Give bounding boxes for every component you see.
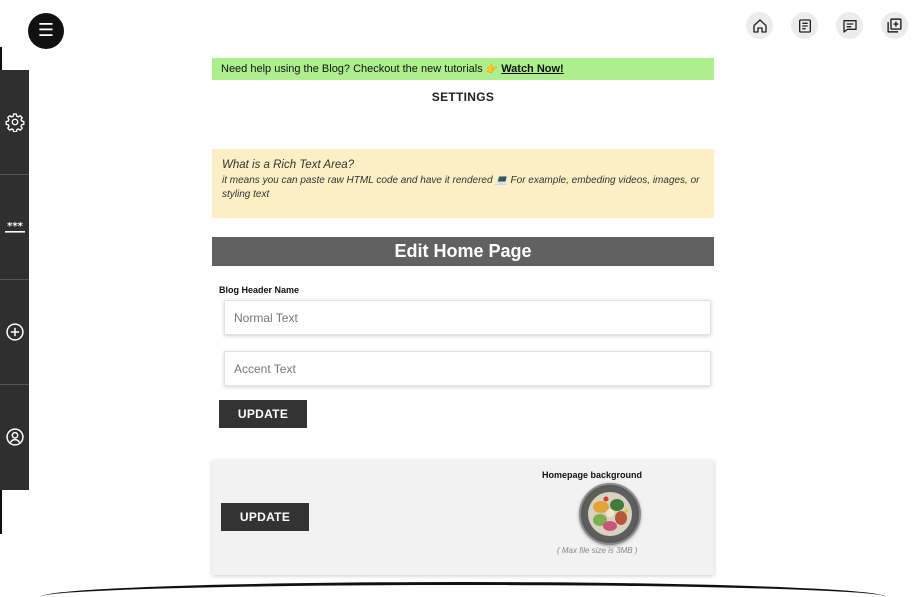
normal-text-input[interactable] xyxy=(224,300,711,335)
homepage-background-panel: UPDATE Homepage background ( Max file si… xyxy=(212,460,714,575)
message-icon xyxy=(842,19,857,33)
main-content: Need help using the Blog? Checkout the n… xyxy=(212,58,714,428)
edit-home-page-header: Edit Home Page xyxy=(212,237,714,266)
background-image-thumbnail[interactable] xyxy=(579,483,641,545)
page-bottom-edge xyxy=(40,582,886,597)
plus-circle-icon xyxy=(5,323,24,341)
accent-text-input[interactable] xyxy=(224,351,711,386)
home-button[interactable] xyxy=(746,12,773,39)
rich-text-question: What is a Rich Text Area? xyxy=(222,159,355,171)
add-page-button[interactable] xyxy=(881,12,908,39)
update-header-button[interactable]: UPDATE xyxy=(219,400,307,428)
rich-text-info-box: What is a Rich Text Area? it means you c… xyxy=(212,149,714,218)
posts-button[interactable] xyxy=(791,12,818,39)
document-icon xyxy=(798,18,811,33)
user-circle-icon xyxy=(5,428,24,446)
sidebar-item-password[interactable]: *** xyxy=(0,175,29,280)
svg-text:***: *** xyxy=(7,221,23,232)
add-page-icon xyxy=(887,18,902,33)
home-icon xyxy=(752,18,767,33)
max-file-size-note: ( Max file size is 3MB ) xyxy=(557,546,638,555)
food-bowl-image xyxy=(583,487,637,541)
rich-text-answer: it means you can paste raw HTML code and… xyxy=(222,175,700,200)
homepage-background-label: Homepage background xyxy=(542,470,643,480)
help-banner-text: Need help using the Blog? Checkout the n… xyxy=(221,63,483,75)
comments-button[interactable] xyxy=(836,12,863,39)
pointing-hand-icon: 👉 xyxy=(485,63,499,75)
blog-header-name-label: Blog Header Name xyxy=(219,285,300,295)
sidebar-item-settings[interactable] xyxy=(0,70,29,175)
help-banner: Need help using the Blog? Checkout the n… xyxy=(212,58,714,80)
sidebar-item-profile[interactable] xyxy=(0,385,29,489)
sidebar: *** xyxy=(0,70,29,490)
page-title: SETTINGS xyxy=(431,90,495,104)
menu-toggle-button[interactable]: ☰ xyxy=(28,13,64,49)
password-icon: *** xyxy=(4,221,25,233)
top-nav xyxy=(746,12,924,39)
gear-icon xyxy=(5,113,25,132)
update-background-button[interactable]: UPDATE xyxy=(221,503,309,531)
watch-now-link[interactable]: Watch Now! xyxy=(501,63,564,75)
sidebar-item-add[interactable] xyxy=(0,280,29,385)
